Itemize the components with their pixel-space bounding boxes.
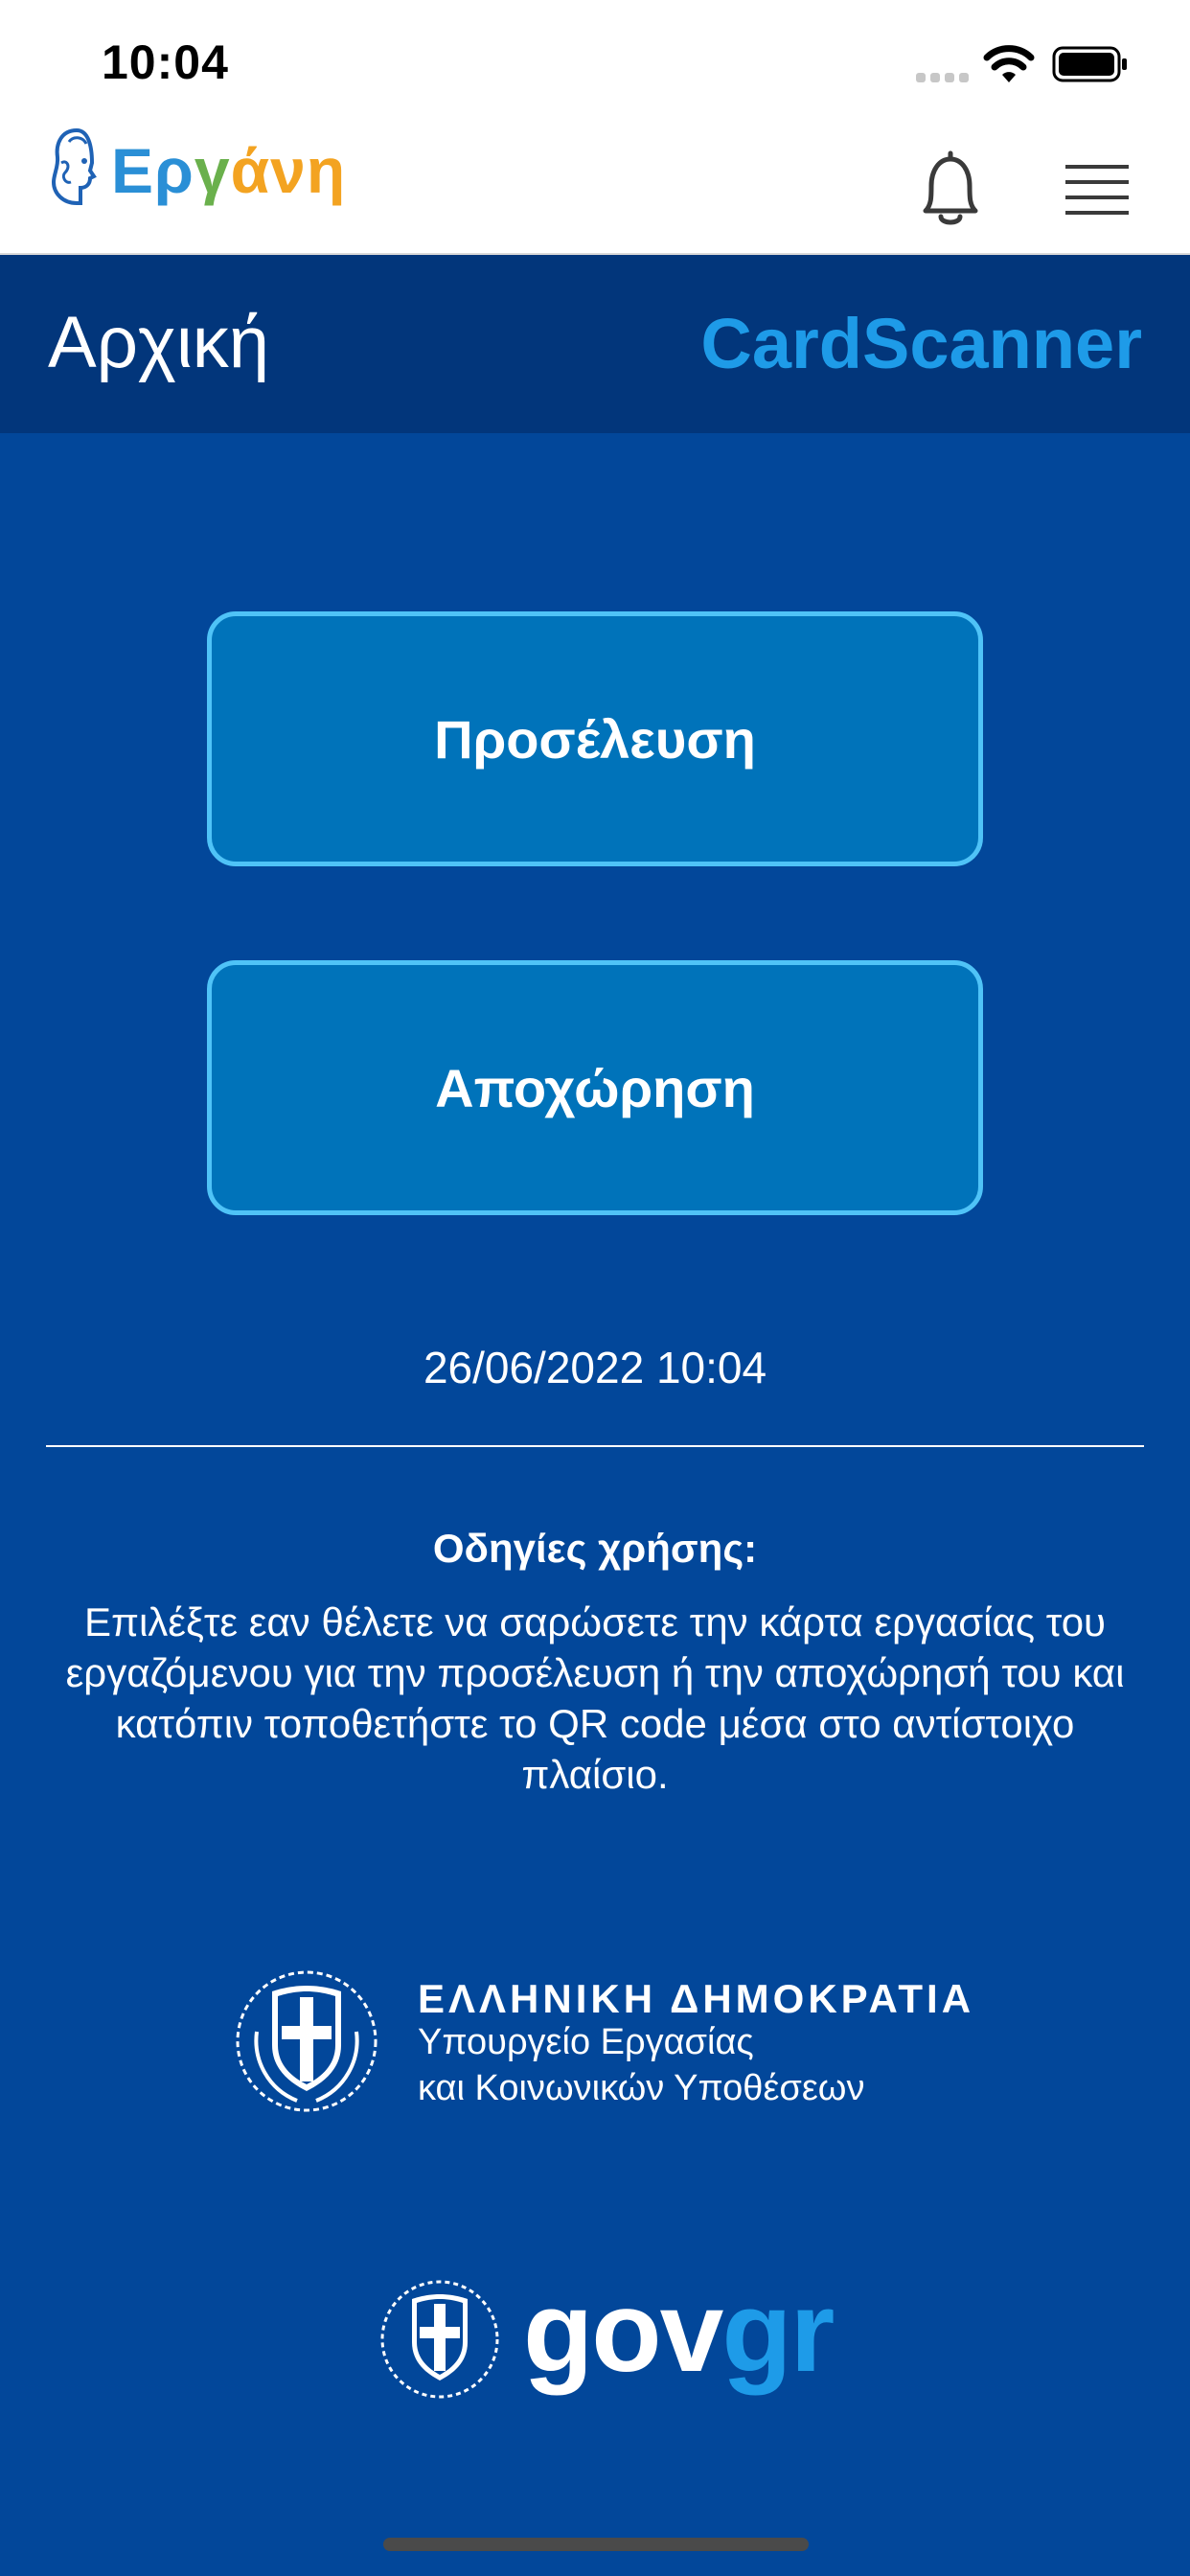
bell-icon[interactable]	[912, 148, 989, 232]
instructions-text: Επιλέξτε εαν θέλετε να σαρώσετε την κάρτ…	[65, 1599, 1125, 1797]
divider	[46, 1445, 1144, 1447]
govgr-logo: govgr	[523, 2267, 835, 2396]
title-bar: Αρχική CardScanner	[0, 255, 1190, 433]
greek-emblem-icon	[380, 2280, 499, 2399]
arrival-button[interactable]: Προσέλευση	[207, 611, 983, 866]
ergani-logo-text: Εργάνη	[111, 135, 347, 206]
brand-title: CardScanner	[700, 304, 1142, 383]
ergani-logo-icon	[51, 127, 97, 205]
status-bar: 10:04	[0, 0, 1190, 125]
ministry-name-line1: Υπουργείο Εργασίας	[418, 2022, 754, 2062]
home-indicator[interactable]	[383, 2538, 809, 2551]
signal-icon	[916, 73, 969, 82]
wifi-icon	[983, 45, 1035, 82]
departure-button[interactable]: Αποχώρηση	[207, 960, 983, 1215]
app-header: Εργάνη	[0, 125, 1190, 255]
battery-icon	[1052, 46, 1127, 82]
page-title: Αρχική	[48, 302, 269, 383]
instructions-title: Οδηγίες χρήσης:	[432, 1526, 758, 1571]
greek-emblem-icon	[236, 1970, 378, 2112]
current-datetime: 26/06/2022 10:04	[423, 1343, 767, 1392]
ministry-country: ΕΛΛΗΝΙΚΗ ΔΗΜΟΚΡΑΤΙΑ	[418, 1976, 975, 2021]
menu-icon[interactable]	[1065, 163, 1129, 217]
screen: 10:04 Εργάνη Αρχική CardScanner Προσέλευ…	[0, 0, 1190, 2576]
ministry-name-line2: και Κοινωνικών Υποθέσεων	[418, 2068, 865, 2108]
status-time: 10:04	[102, 35, 229, 89]
